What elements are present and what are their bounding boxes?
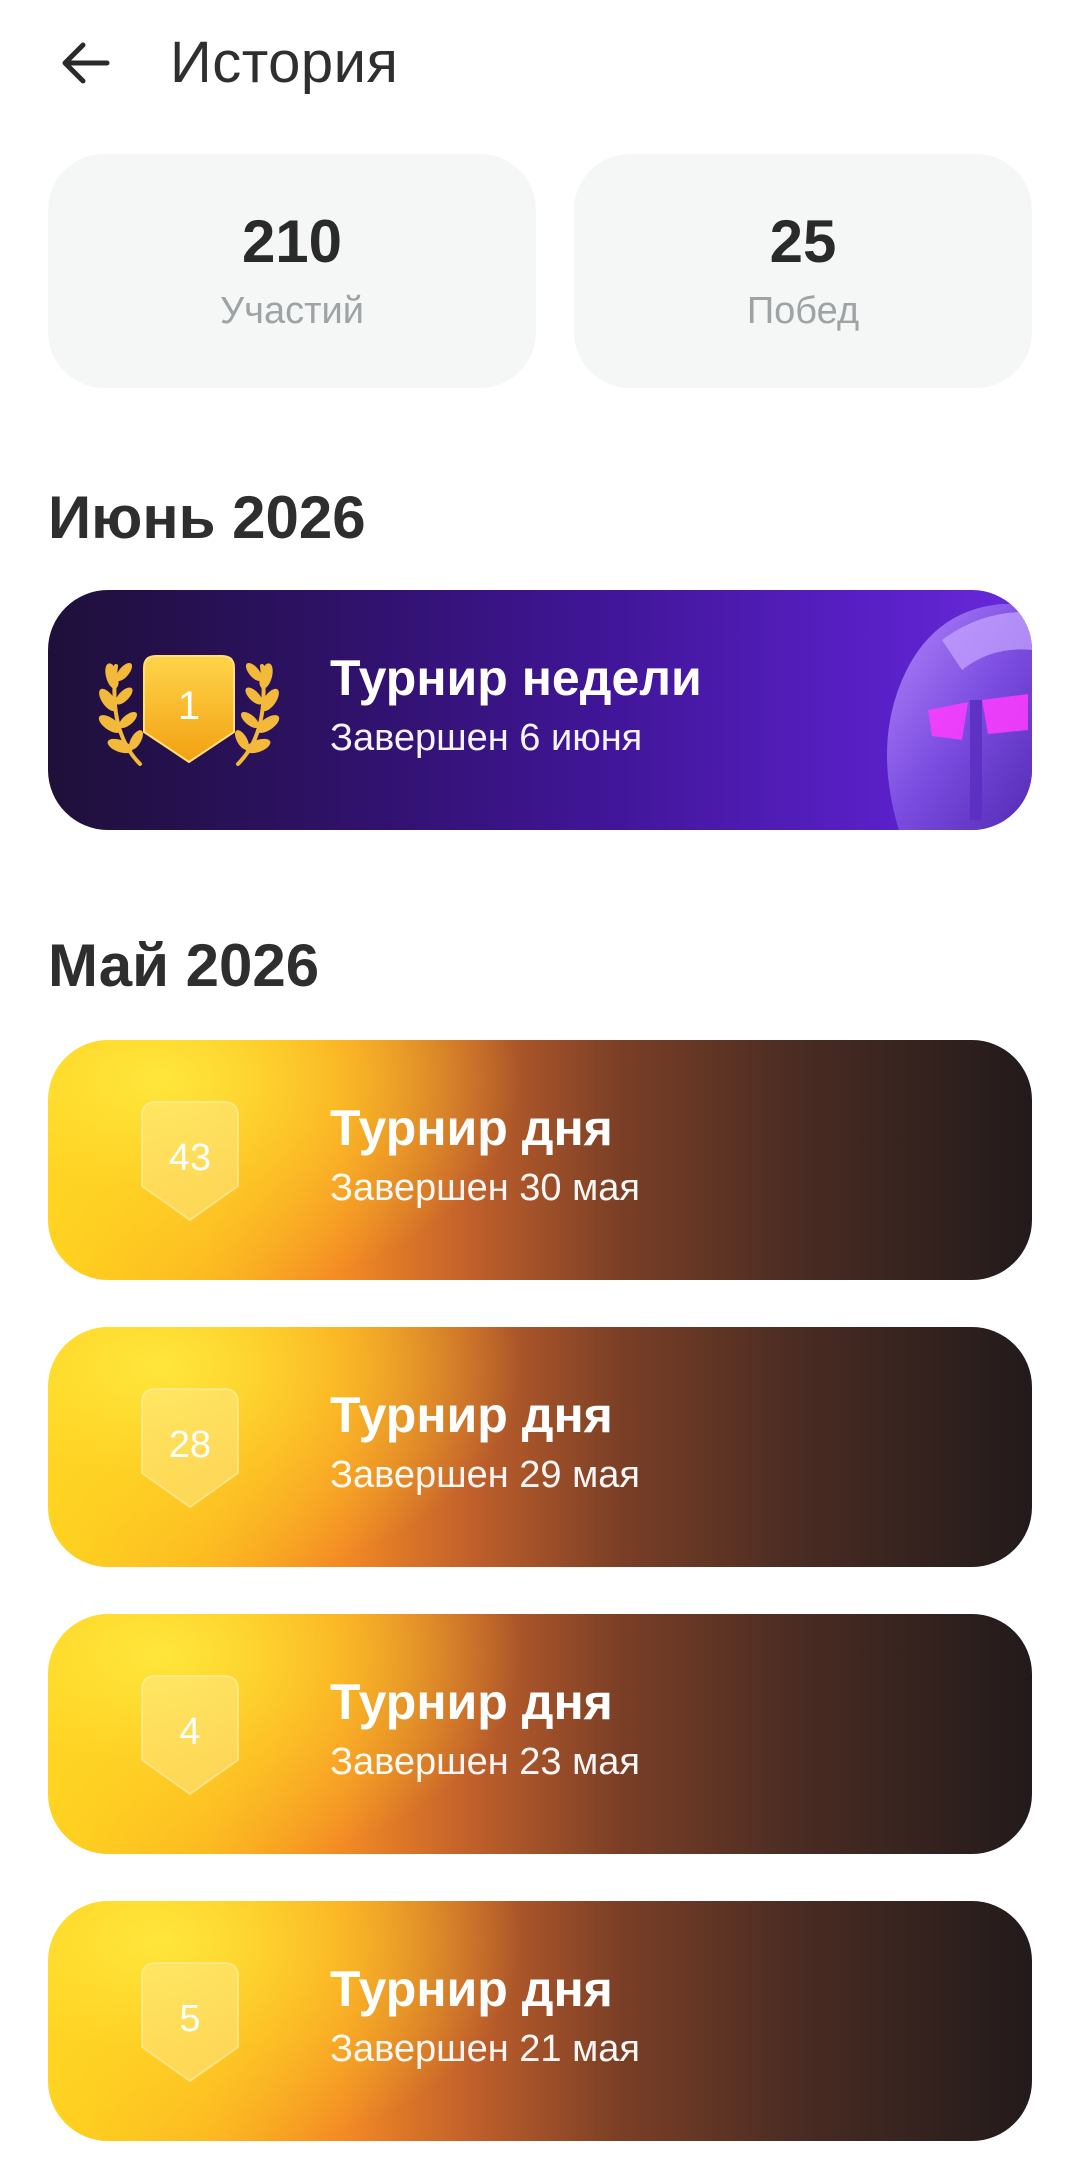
participations-label: Участий xyxy=(220,290,364,332)
back-button[interactable] xyxy=(48,26,122,100)
shield-badge-icon: 5 xyxy=(140,1961,240,2083)
section-title-june: Июнь 2026 xyxy=(48,484,366,551)
shield-badge-icon: 43 xyxy=(140,1100,240,1222)
rank-number: 5 xyxy=(179,1998,201,2040)
tournament-title: Турнир недели xyxy=(330,650,702,706)
tournament-card[interactable]: 28 Турнир дня Завершен 29 мая xyxy=(48,1327,1032,1567)
tournament-date: Завершен 6 июня xyxy=(330,717,643,759)
tournament-card[interactable]: 1 Турнир недели Завершен 6 июня xyxy=(48,590,1032,830)
participations-count: 210 xyxy=(241,208,343,275)
wins-count: 25 xyxy=(769,208,837,275)
shield-badge-icon: 4 xyxy=(140,1674,240,1796)
rank-number: 43 xyxy=(168,1137,212,1179)
tournament-card[interactable]: 43 Турнир дня Завершен 30 мая xyxy=(48,1040,1032,1280)
top-app-bar: История xyxy=(0,0,1080,130)
tournament-date: Завершен 29 мая xyxy=(330,1454,640,1496)
rank-number: 1 xyxy=(177,684,201,728)
tournament-date: Завершен 30 мая xyxy=(330,1167,640,1209)
participations-stat-card: 210 Участий xyxy=(48,154,536,388)
wins-stat-card: 25 Побед xyxy=(574,154,1032,388)
page-title: История xyxy=(170,30,399,95)
section-title-may: Май 2026 xyxy=(48,932,320,999)
tournament-title: Турнир дня xyxy=(330,1100,613,1156)
spartan-helmet-icon xyxy=(832,590,1032,830)
arrow-left-icon xyxy=(62,42,110,84)
tournament-date: Завершен 23 мая xyxy=(330,1741,640,1783)
shield-badge-icon: 28 xyxy=(140,1387,240,1509)
tournament-date: Завершен 21 мая xyxy=(330,2028,640,2070)
tournament-card[interactable]: 5 Турнир дня Завершен 21 мая xyxy=(48,1901,1032,2141)
shield-badge-icon: 1 xyxy=(142,654,236,764)
tournament-title: Турнир дня xyxy=(330,1961,613,2017)
tournament-card[interactable]: 4 Турнир дня Завершен 23 мая xyxy=(48,1614,1032,1854)
rank-number: 4 xyxy=(179,1711,201,1753)
wins-label: Побед xyxy=(746,290,860,332)
tournament-title: Турнир дня xyxy=(330,1674,613,1730)
rank-number: 28 xyxy=(168,1424,212,1466)
tournament-title: Турнир дня xyxy=(330,1387,613,1443)
